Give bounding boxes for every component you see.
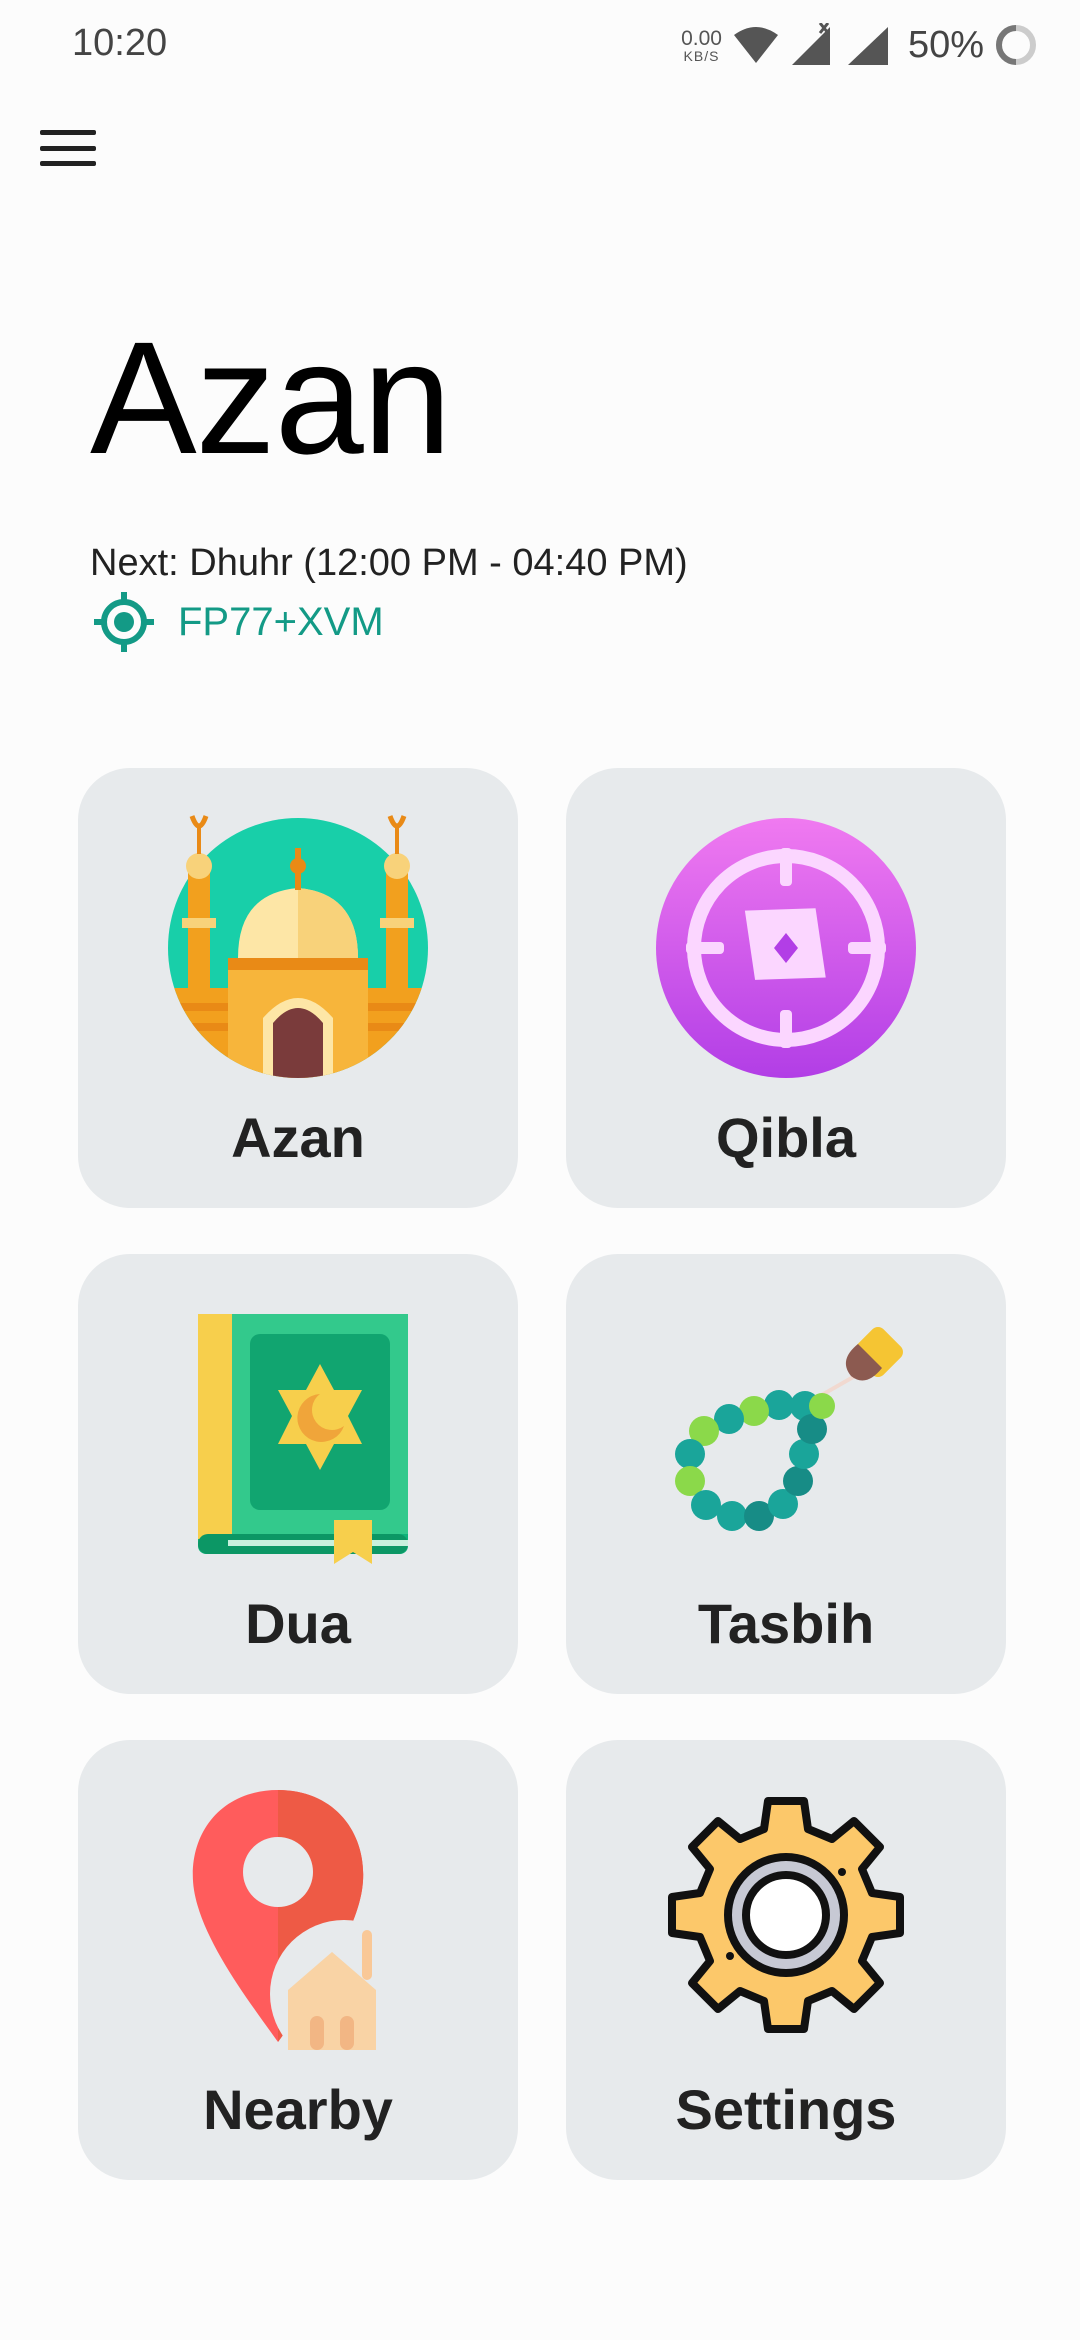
hamburger-menu-icon[interactable] [36, 124, 100, 172]
tile-label: Settings [675, 2078, 897, 2141]
battery-percent: 50% [907, 23, 984, 66]
tile-tasbih[interactable]: Tasbih [566, 1254, 1006, 1694]
signal-icon [791, 23, 830, 65]
tile-qibla[interactable]: Qibla [566, 768, 1006, 1208]
tile-dua[interactable]: Dua [78, 1254, 518, 1694]
status-bar: 10:20 0.00 KB/S 50% [0, 0, 1080, 90]
signal-icon [847, 27, 888, 65]
network-speed: 0.00 KB/S [681, 28, 722, 63]
status-time: 10:20 [72, 22, 168, 64]
tile-label: Qibla [715, 1106, 857, 1169]
compass-icon [656, 818, 916, 1078]
nearby-mosque-pin-icon [192, 1790, 418, 2050]
quran-book-icon [198, 1314, 408, 1564]
location-row[interactable]: FP77+XVM [92, 590, 384, 654]
feature-grid: Azan Qibla Dua Tasbih Nearby Settings [78, 768, 1008, 2180]
network-speed-value: 0.00 [681, 26, 722, 50]
page-title: Azan [90, 308, 452, 487]
next-prayer-text: Next: Dhuhr (12:00 PM - 04:40 PM) [90, 542, 688, 584]
tile-azan[interactable]: Azan [78, 768, 518, 1208]
status-icons: 0.00 KB/S 50% [681, 20, 1038, 70]
tile-label: Azan [231, 1106, 365, 1169]
tile-label: Dua [245, 1592, 351, 1655]
battery-icon [996, 25, 1036, 65]
wifi-icon [733, 27, 778, 63]
tile-label: Nearby [203, 2078, 393, 2141]
location-code: FP77+XVM [178, 599, 384, 644]
location-target-icon [94, 592, 154, 652]
tile-settings[interactable]: Settings [566, 1740, 1006, 2180]
gear-icon [668, 1797, 904, 2033]
prayer-beads-icon [675, 1327, 903, 1531]
tile-label: Tasbih [697, 1592, 875, 1655]
network-speed-unit: KB/S [683, 47, 720, 64]
tile-nearby[interactable]: Nearby [78, 1740, 518, 2180]
mosque-icon [168, 815, 428, 1078]
